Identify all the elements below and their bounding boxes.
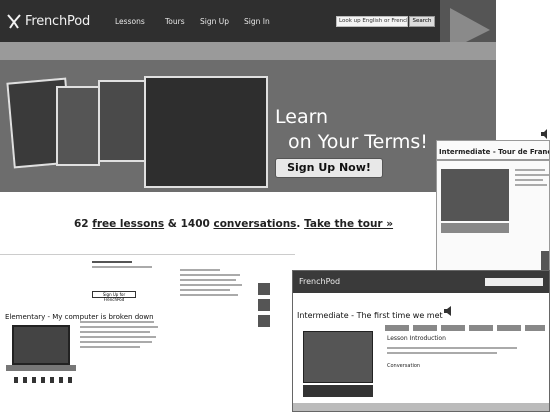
lesson-intro-text bbox=[387, 347, 527, 357]
hero-photo-street bbox=[56, 86, 100, 166]
hero-stripe bbox=[0, 42, 496, 60]
speaker-icon[interactable] bbox=[540, 128, 550, 140]
conversation-count: 1400 bbox=[180, 218, 210, 230]
hero-photo-people bbox=[144, 76, 268, 188]
player-controls bbox=[441, 223, 509, 233]
player-controls bbox=[303, 385, 373, 397]
hero-photo-cafe bbox=[98, 80, 146, 162]
lesson-title: Intermediate - Tour de France bbox=[439, 148, 550, 156]
mini-footer bbox=[293, 403, 549, 411]
sign-up-now-button[interactable]: Sign Up Now! bbox=[275, 158, 383, 178]
mini-nav-bar: FrenchPod bbox=[293, 271, 549, 293]
speaker-icon bbox=[444, 306, 451, 316]
nav-tours[interactable]: Tours bbox=[165, 17, 185, 26]
lesson-intro-heading: Lesson Introduction bbox=[387, 335, 446, 342]
sign-up-button-small: Sign Up for FrenchPod bbox=[92, 291, 136, 302]
social-badges bbox=[258, 283, 272, 331]
divider bbox=[437, 159, 549, 161]
search-input[interactable]: Look up English or French... bbox=[336, 16, 408, 27]
mini-search bbox=[485, 278, 543, 286]
tagline: 62 free lessons & 1400 conversations. Ta… bbox=[74, 218, 393, 230]
top-nav-bar: FrenchPod Lessons Tours Sign Up Sign In … bbox=[0, 0, 496, 42]
facebook-icon bbox=[258, 283, 270, 295]
mini-brand: FrenchPod bbox=[299, 277, 341, 286]
nav-sign-up[interactable]: Sign Up bbox=[200, 17, 229, 26]
lesson-screenshot-mid: FrenchPod Intermediate - The first time … bbox=[292, 270, 550, 412]
lesson-screenshot-right: Intermediate - Tour de France bbox=[436, 140, 550, 286]
laptop-image bbox=[12, 325, 70, 365]
bookmark-icon bbox=[258, 315, 270, 327]
hero-title-line1: Learn bbox=[275, 106, 329, 128]
take-tour-link[interactable]: Take the tour » bbox=[304, 218, 393, 230]
conversations-link[interactable]: conversations bbox=[213, 218, 296, 230]
hero-title-line2: on Your Terms! bbox=[288, 131, 428, 153]
video-thumbnail bbox=[303, 331, 373, 383]
lesson-title: Elementary - My computer is broken down bbox=[5, 313, 154, 321]
free-lessons-link[interactable]: free lessons bbox=[92, 218, 164, 230]
search-button[interactable]: Search bbox=[409, 16, 435, 27]
lesson-count: 62 bbox=[74, 218, 89, 230]
hero-banner bbox=[0, 60, 496, 192]
video-thumbnail bbox=[441, 169, 509, 221]
tagline-period: . bbox=[296, 218, 301, 230]
eiffel-tower-icon bbox=[7, 14, 21, 29]
lesson-text bbox=[80, 321, 160, 351]
nav-lessons[interactable]: Lessons bbox=[115, 17, 145, 26]
player-dots bbox=[14, 377, 76, 383]
lesson-title: Intermediate - The first time we met bbox=[297, 311, 443, 320]
brand-name: FrenchPod bbox=[25, 13, 90, 29]
side-menu bbox=[180, 269, 264, 299]
share-icon bbox=[258, 299, 270, 311]
lesson-tabs bbox=[385, 325, 545, 331]
brand-logo-small bbox=[92, 255, 172, 295]
tagline-amp: & bbox=[167, 218, 177, 230]
nav-sign-in[interactable]: Sign In bbox=[244, 17, 270, 26]
brand-logo[interactable]: FrenchPod bbox=[6, 13, 90, 29]
conversation-label: Conversation bbox=[387, 363, 421, 369]
laptop-base bbox=[6, 365, 76, 371]
lesson-screenshot-left: Sign Up for FrenchPod Elementary - My co… bbox=[0, 254, 295, 412]
